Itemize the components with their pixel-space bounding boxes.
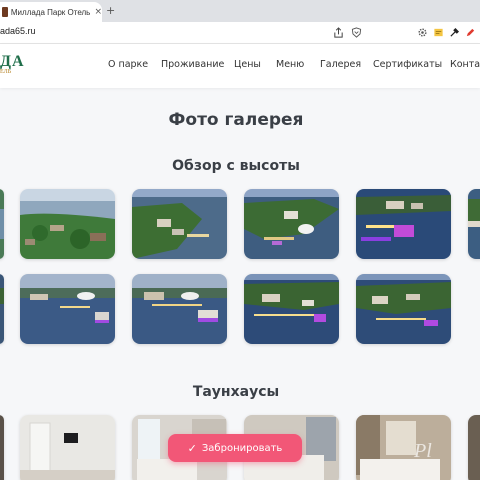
nav-item-certificates[interactable]: Сертификаты (373, 59, 442, 70)
gallery-photo[interactable] (244, 189, 339, 259)
extension-gear-icon[interactable] (416, 26, 428, 38)
gallery-photo[interactable] (468, 189, 480, 259)
nav-item-contacts[interactable]: Контакты (450, 59, 480, 70)
check-icon: ✓ (187, 441, 197, 455)
gallery-photo[interactable] (356, 274, 451, 344)
browser-tab-bar: Миллада Парк Отель. Полно × + (0, 0, 480, 22)
nav-item-about[interactable]: О парке (108, 59, 148, 70)
gallery-photo[interactable] (468, 415, 480, 480)
brave-shield-icon[interactable] (350, 26, 362, 38)
book-button[interactable]: ✓ Забронировать (168, 434, 302, 462)
site-header: ДА ЕЛЬ О парке Проживание Цены Меню Гале… (0, 44, 480, 88)
gallery-photo[interactable] (0, 189, 4, 259)
browser-tab[interactable]: Миллада Парк Отель. Полно × (0, 2, 102, 22)
gallery-photo[interactable] (356, 189, 451, 259)
nav-item-menu[interactable]: Меню (276, 59, 304, 70)
site-logo[interactable]: ДА ЕЛЬ (0, 53, 25, 75)
page-title: Фото галерея (168, 110, 304, 130)
gallery-photo[interactable] (20, 189, 115, 259)
extension-picker-icon[interactable] (448, 26, 460, 38)
watermark-icon: Pl (414, 440, 432, 462)
favicon-icon (2, 7, 8, 17)
section-title-townhouses: Таунхаусы (192, 384, 280, 400)
url-text[interactable]: ada65.ru (0, 26, 36, 36)
address-bar[interactable]: ada65.ru (0, 22, 480, 44)
gallery-photo[interactable] (132, 189, 227, 259)
nav-item-gallery[interactable]: Галерея (320, 59, 361, 70)
new-tab-button[interactable]: + (106, 4, 115, 17)
nav-item-accommodation[interactable]: Проживание (161, 59, 224, 70)
extension-notes-icon[interactable] (432, 26, 444, 38)
gallery-photo[interactable] (244, 274, 339, 344)
tab-close-button[interactable]: × (94, 7, 102, 17)
extension-pen-icon[interactable] (464, 26, 476, 38)
gallery-photo[interactable] (20, 415, 115, 480)
gallery-photo[interactable] (132, 274, 227, 344)
tab-title: Миллада Парк Отель. Полно (10, 7, 92, 17)
gallery-photo[interactable] (0, 274, 4, 344)
gallery-photo[interactable] (20, 274, 115, 344)
book-button-label: Забронировать (201, 442, 283, 454)
share-icon[interactable] (332, 26, 344, 38)
gallery-photo[interactable] (0, 415, 4, 480)
gallery-photo[interactable] (356, 415, 451, 480)
nav-item-prices[interactable]: Цены (234, 59, 261, 70)
section-title-aerial: Обзор с высоты (172, 158, 300, 174)
